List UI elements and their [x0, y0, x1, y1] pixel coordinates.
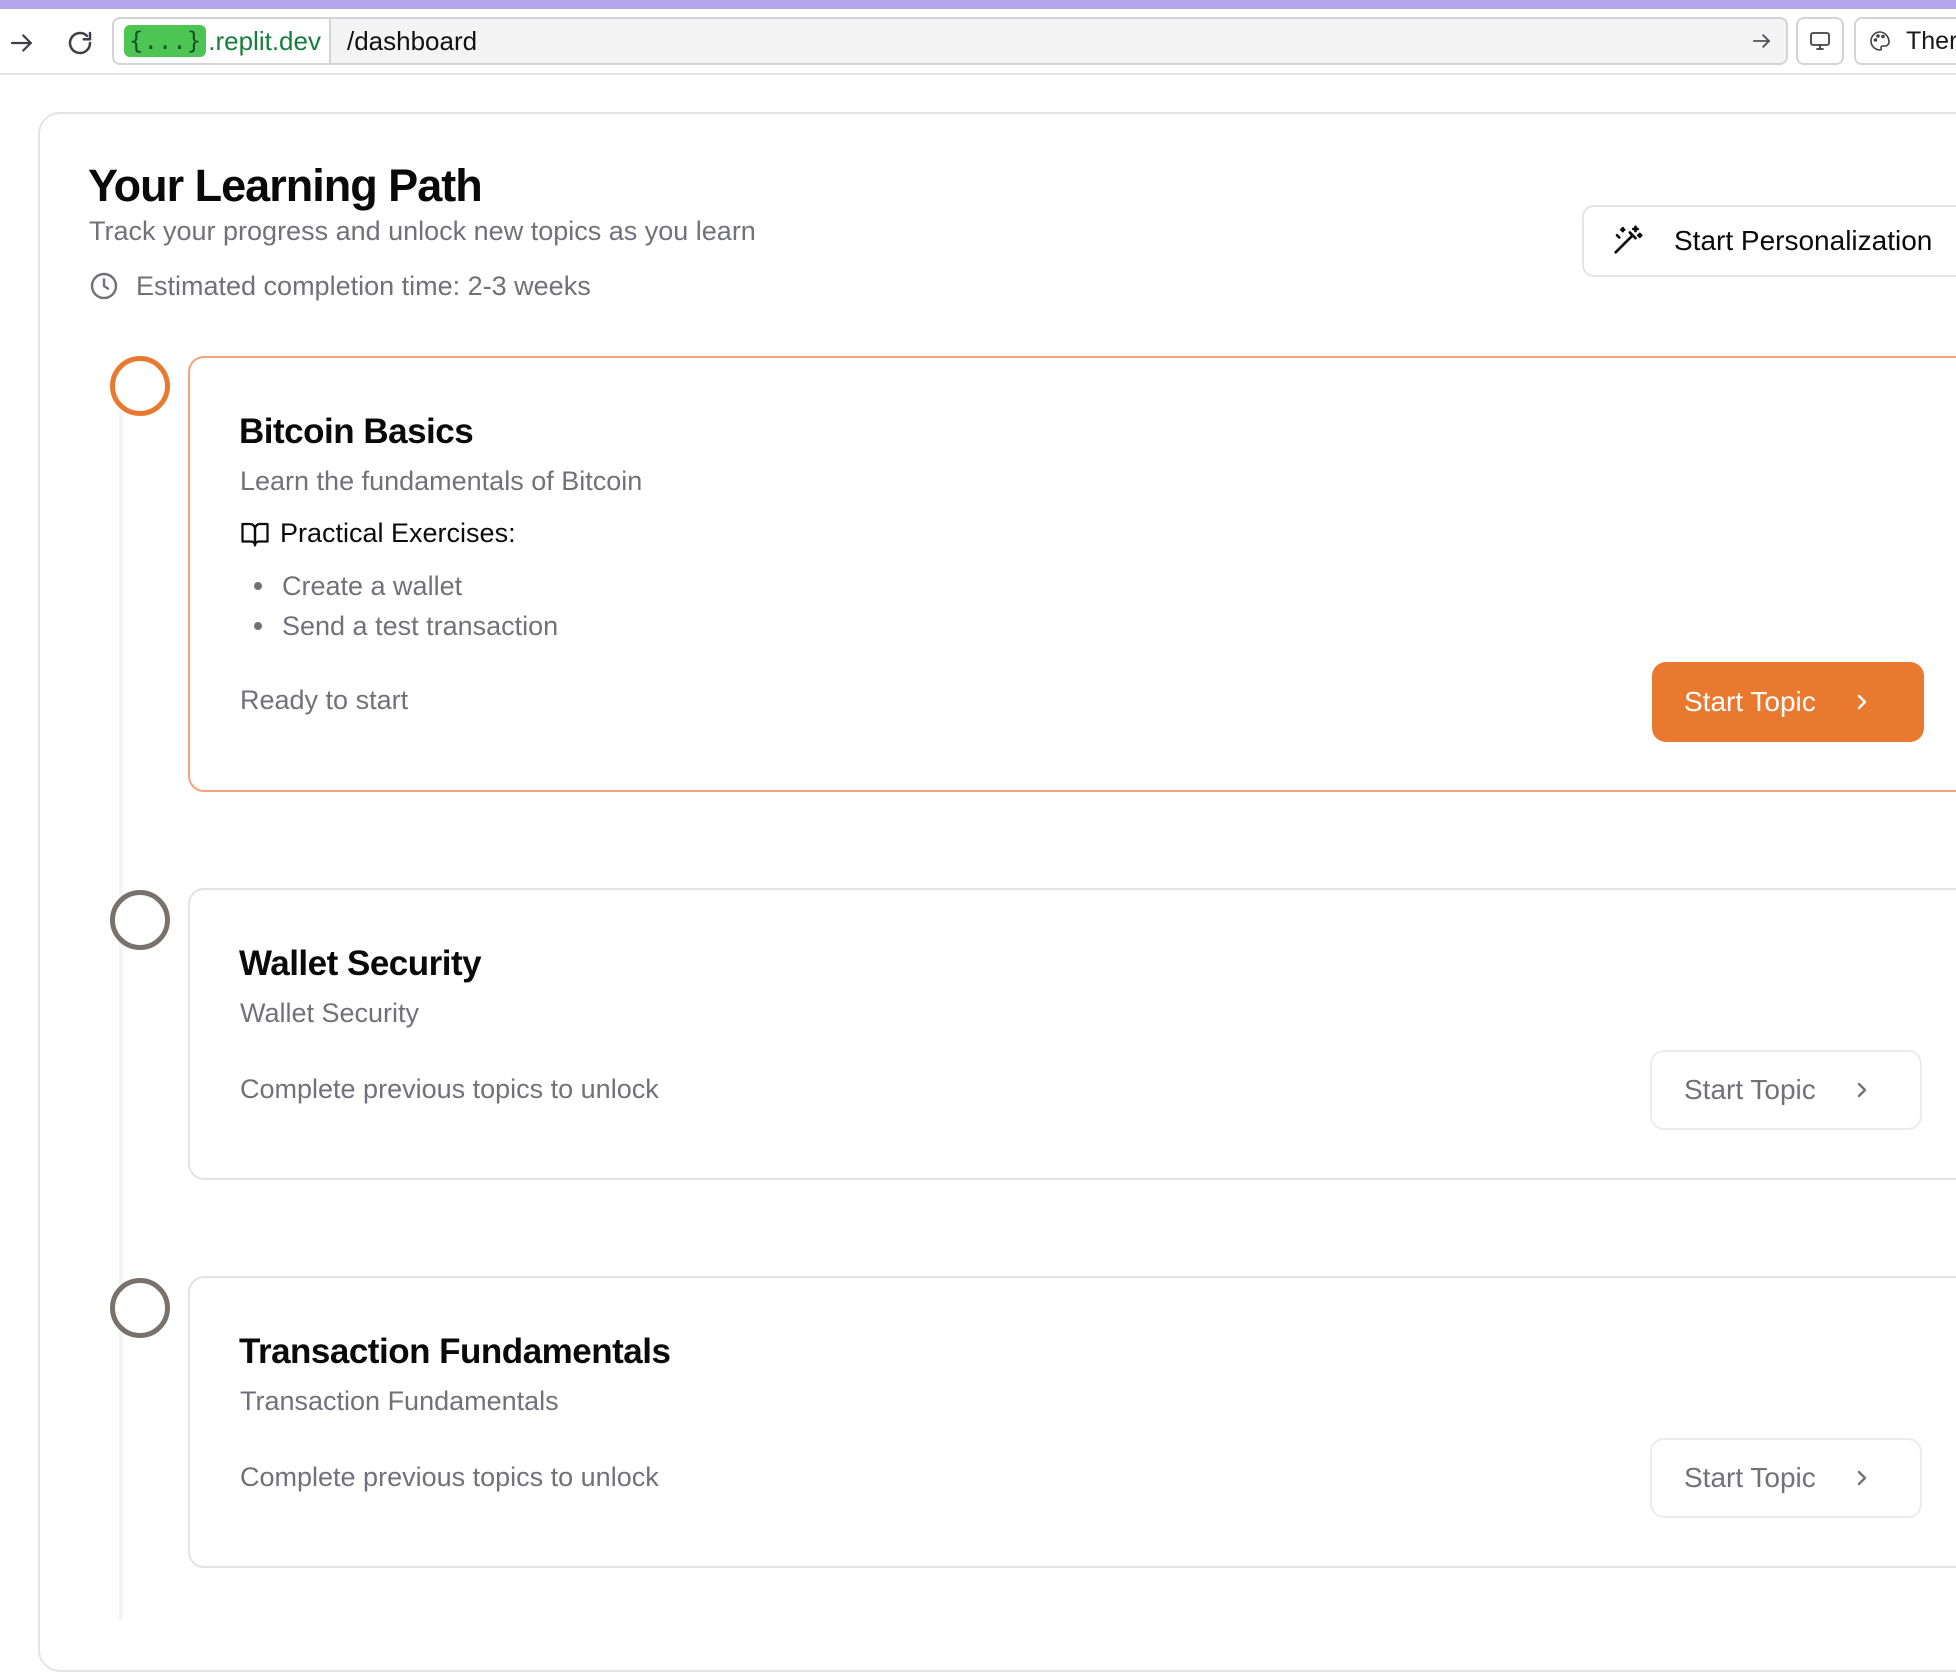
practical-exercises-label: Practical Exercises: [280, 518, 516, 548]
estimated-time: Estimated completion time: 2-3 weeks [88, 270, 591, 302]
exercise-text: Create a wallet [282, 571, 463, 601]
url-path: /dashboard [346, 25, 478, 56]
topic-description: Learn the fundamentals of Bitcoin [240, 466, 643, 496]
theme-label: Ther [1906, 26, 1956, 55]
practical-exercises-heading: Practical Exercises: [240, 518, 516, 549]
topic-title: Transaction Fundamentals [239, 1332, 671, 1371]
topic-description: Wallet Security [240, 998, 420, 1028]
palette-icon [1870, 31, 1890, 51]
page-title: Your Learning Path [88, 160, 483, 211]
list-item: Create a wallet [240, 566, 558, 606]
topic-card-transaction-fundamentals: Transaction Fundamentals Transaction Fun… [188, 1276, 1956, 1568]
address-bar[interactable]: {...} .replit.dev /dashboard [112, 17, 1788, 65]
browser-toolbar: {...} .replit.dev /dashboard Ther [0, 9, 1956, 75]
exercise-text: Send a test transaction [282, 611, 559, 641]
reload-icon [68, 31, 92, 55]
chevron-right-icon [1857, 694, 1866, 710]
exercise-list: Create a wallet Send a test transaction [240, 566, 558, 646]
arrow-right-icon [10, 34, 32, 52]
magic-wand-icon [1614, 225, 1643, 254]
start-personalization-button[interactable]: Start Personalization [1582, 205, 1956, 277]
url-host: {...} .replit.dev [114, 19, 331, 63]
bullet [254, 622, 262, 630]
start-topic-button[interactable]: Start Topic [1652, 662, 1924, 742]
monitor-icon [1810, 32, 1830, 50]
arrow-right-icon[interactable] [1748, 27, 1776, 55]
devices-button[interactable] [1796, 17, 1844, 65]
chevron-right-icon [1857, 1470, 1866, 1486]
topic-title: Wallet Security [239, 944, 482, 983]
url-domain: .replit.dev [208, 25, 321, 56]
forward-button[interactable] [2, 23, 42, 63]
replit-badge: {...} [124, 25, 207, 57]
topic-card-bitcoin-basics: Bitcoin Basics Learn the fundamentals of… [188, 356, 1956, 792]
start-topic-label: Start Topic [1684, 1074, 1816, 1105]
start-personalization-label: Start Personalization [1674, 225, 1933, 256]
reload-button[interactable] [60, 23, 100, 63]
start-topic-label: Start Topic [1684, 686, 1816, 717]
page-subtitle: Track your progress and unlock new topic… [89, 216, 756, 246]
start-topic-label: Start Topic [1684, 1462, 1816, 1493]
topic-card-wallet-security: Wallet Security Wallet Security Complete… [188, 888, 1956, 1180]
theme-button[interactable]: Ther [1854, 17, 1956, 65]
timeline-node-wallet-security [110, 890, 170, 950]
clock-icon [90, 272, 118, 300]
timeline-line [119, 412, 123, 1620]
topic-status: Ready to start [240, 685, 409, 715]
topic-description: Transaction Fundamentals [240, 1386, 559, 1416]
chevron-right-icon [1857, 1082, 1866, 1098]
topic-title: Bitcoin Basics [239, 412, 474, 451]
list-item: Send a test transaction [240, 606, 558, 646]
book-open-icon [241, 522, 269, 546]
estimated-time-text: Estimated completion time: 2-3 weeks [136, 270, 591, 301]
start-topic-button[interactable]: Start Topic [1650, 1438, 1922, 1518]
topic-status: Complete previous topics to unlock [240, 1462, 659, 1492]
browser-accent-bar [0, 0, 1956, 9]
start-topic-button[interactable]: Start Topic [1650, 1050, 1922, 1130]
topic-status: Complete previous topics to unlock [240, 1074, 659, 1104]
timeline-node-transaction-fundamentals [110, 1278, 170, 1338]
bullet [254, 582, 262, 590]
timeline-node-bitcoin-basics [110, 356, 170, 416]
